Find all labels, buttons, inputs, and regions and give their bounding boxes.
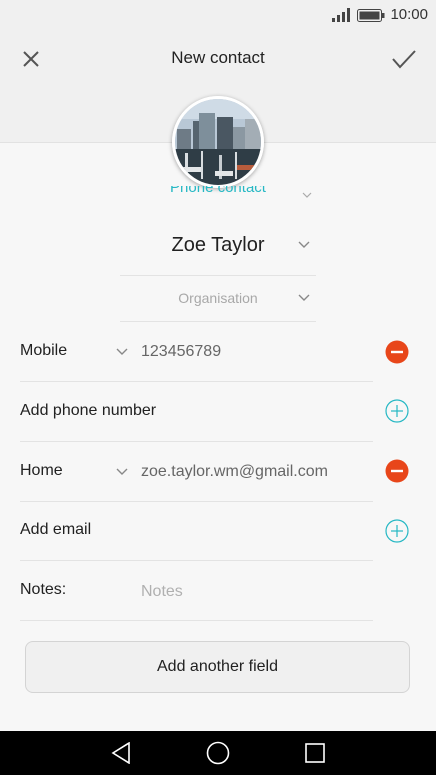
phone-row: Mobile 123456789 bbox=[20, 322, 373, 382]
status-time: 10:00 bbox=[390, 6, 428, 23]
notes-label: Notes: bbox=[20, 581, 67, 598]
add-phone-row[interactable]: Add phone number bbox=[20, 382, 373, 442]
back-icon[interactable] bbox=[111, 742, 131, 764]
organisation-placeholder: Organisation bbox=[178, 290, 258, 306]
page-title: New contact bbox=[171, 48, 265, 67]
add-email-label: Add email bbox=[20, 521, 92, 538]
contact-photo[interactable] bbox=[172, 96, 264, 188]
remove-email-icon[interactable] bbox=[385, 459, 409, 483]
phone-number-input[interactable]: 123456789 bbox=[141, 343, 221, 361]
photo-image bbox=[175, 99, 261, 185]
add-email-icon[interactable] bbox=[385, 519, 409, 543]
notes-input[interactable]: Notes bbox=[141, 583, 183, 601]
email-type-label[interactable]: Home bbox=[20, 462, 63, 480]
save-check-icon[interactable] bbox=[390, 46, 418, 72]
chevron-down-icon[interactable] bbox=[116, 348, 128, 356]
status-bar: 10:00 bbox=[0, 0, 436, 30]
phone-type-label[interactable]: Mobile bbox=[20, 342, 67, 360]
signal-icon bbox=[332, 8, 350, 22]
chevron-down-icon[interactable] bbox=[298, 241, 310, 249]
battery-icon bbox=[357, 9, 385, 22]
add-phone-icon[interactable] bbox=[385, 399, 409, 423]
organisation-field[interactable]: Organisation bbox=[120, 276, 316, 322]
name-value: Zoe Taylor bbox=[171, 234, 265, 256]
chevron-down-icon[interactable] bbox=[298, 294, 310, 302]
notes-row: Notes: Notes bbox=[20, 561, 373, 621]
add-email-row[interactable]: Add email bbox=[20, 501, 373, 561]
add-another-field-button[interactable]: Add another field bbox=[25, 641, 410, 693]
chevron-down-icon[interactable] bbox=[116, 468, 128, 476]
name-field[interactable]: Zoe Taylor bbox=[120, 226, 316, 276]
recents-icon[interactable] bbox=[305, 743, 325, 763]
account-type-label: Phone contact bbox=[170, 186, 266, 196]
chevron-down-icon bbox=[302, 192, 312, 198]
home-icon[interactable] bbox=[206, 741, 230, 765]
account-type-selector[interactable]: Phone contact bbox=[0, 186, 436, 198]
add-phone-label: Add phone number bbox=[20, 402, 157, 419]
remove-phone-icon[interactable] bbox=[385, 340, 409, 364]
email-row: Home zoe.taylor.wm@gmail.com bbox=[20, 442, 373, 502]
system-nav-bar bbox=[0, 731, 436, 775]
email-input[interactable]: zoe.taylor.wm@gmail.com bbox=[141, 463, 328, 481]
